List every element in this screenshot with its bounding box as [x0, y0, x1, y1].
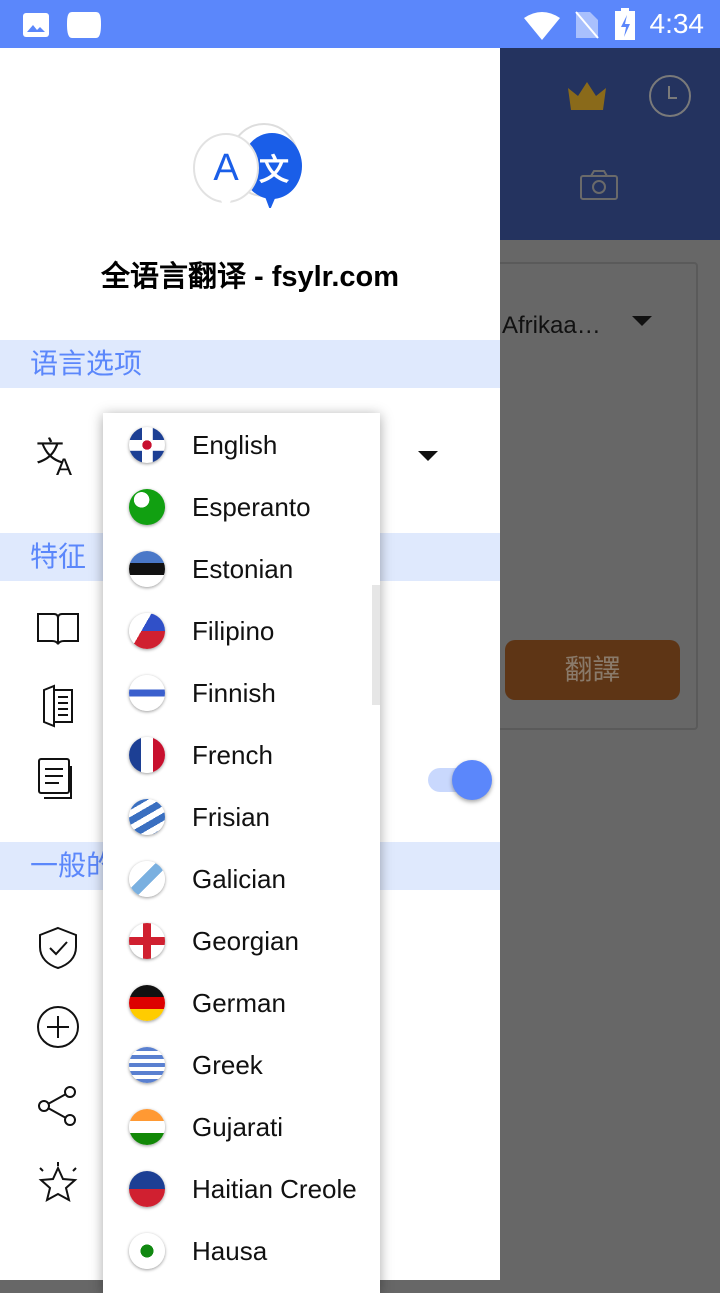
gl-flag-icon [129, 861, 165, 897]
language-option-label: German [192, 988, 286, 1018]
language-option-english[interactable]: English [103, 414, 380, 476]
language-option-label: Haitian Creole [192, 1174, 357, 1204]
ge-flag-icon [129, 923, 165, 959]
history-icon[interactable] [648, 74, 692, 118]
ee-flag-icon [129, 551, 165, 587]
fi-flag-icon [129, 675, 165, 711]
language-option-german[interactable]: German [103, 972, 380, 1034]
language-option-label: Frisian [192, 802, 271, 832]
language-option-label: Gujarati [192, 1112, 284, 1142]
language-option-label: Finnish [192, 678, 276, 708]
language-option-hausa[interactable]: Hausa [103, 1220, 380, 1282]
camera-icon[interactable] [580, 170, 618, 200]
language-option-filipino[interactable]: Filipino [103, 600, 380, 662]
language-option-label: Filipino [192, 616, 275, 646]
language-option-gujarati[interactable]: Gujarati [103, 1096, 380, 1158]
source-language-select[interactable]: Afrikaa… [502, 312, 601, 340]
wifi-icon [524, 12, 560, 40]
translate-button[interactable]: 翻譯 [505, 640, 680, 700]
clock: 4:34 [649, 8, 705, 39]
svg-text:A: A [213, 147, 239, 189]
dropdown-arrow-icon[interactable] [418, 451, 438, 461]
toggle-thumb[interactable] [452, 760, 492, 800]
ph-flag-icon [129, 613, 165, 649]
image-icon [23, 13, 49, 37]
language-option-label: Georgian [192, 926, 299, 956]
language-option-label: Estonian [192, 554, 294, 584]
language-option-label: Hausa [192, 1236, 268, 1266]
svg-text:文: 文 [259, 153, 289, 188]
language-option-french[interactable]: French [103, 724, 380, 786]
language-option-label: French [192, 740, 273, 770]
language-option-greek[interactable]: Greek [103, 1034, 380, 1096]
de-flag-icon [129, 985, 165, 1021]
in-flag-icon [129, 1109, 165, 1145]
section-language-options: 语言选项 [0, 340, 500, 388]
sparkle-star-icon[interactable] [36, 1162, 80, 1206]
language-option-georgian[interactable]: Georgian [103, 910, 380, 972]
status-bar: 4:34 [0, 0, 720, 48]
document-reader-icon[interactable] [36, 684, 80, 728]
language-option-finnish[interactable]: Finnish [103, 662, 380, 724]
language-option-esperanto[interactable]: Esperanto [103, 476, 380, 538]
fy-flag-icon [129, 799, 165, 835]
ng-flag-icon [129, 1233, 165, 1269]
fr-flag-icon [129, 737, 165, 773]
app-title: 全语言翻译 - fsylr.com [100, 261, 400, 293]
app-notification-icon [67, 12, 101, 38]
dropdown-arrow-icon[interactable] [632, 316, 652, 326]
language-option-label: Galician [192, 864, 286, 894]
crown-icon[interactable] [564, 78, 610, 112]
translate-icon[interactable]: 文A [36, 433, 80, 477]
language-dropdown-menu: English Esperanto Estonian Filipino Finnish F… [103, 413, 380, 1293]
gr-flag-icon [129, 1047, 165, 1083]
language-option-haitian-creole[interactable]: Haitian Creole [103, 1158, 380, 1220]
no-sim-icon [575, 11, 599, 39]
ht-flag-icon [129, 1171, 165, 1207]
svg-text:A: A [56, 454, 72, 477]
eo-flag-icon [129, 489, 165, 525]
feature-toggle[interactable] [428, 760, 492, 800]
language-option-label: Esperanto [192, 492, 311, 522]
language-option-estonian[interactable]: Estonian [103, 538, 380, 600]
language-option-label: Greek [192, 1050, 263, 1080]
language-option-frisian[interactable]: Frisian [103, 786, 380, 848]
book-icon[interactable] [36, 606, 80, 650]
share-icon[interactable] [36, 1084, 80, 1128]
gb-flag-icon [129, 427, 165, 463]
language-option-label: English [192, 430, 278, 460]
add-circle-icon[interactable] [36, 1005, 80, 1049]
language-option-galician[interactable]: Galician [103, 848, 380, 910]
shield-check-icon[interactable] [36, 926, 80, 970]
scrollbar[interactable] [372, 585, 380, 705]
app-logo: A 文 [193, 123, 302, 208]
copy-document-icon[interactable] [36, 756, 80, 800]
app-header [500, 48, 720, 240]
battery-charging-icon [615, 8, 635, 40]
